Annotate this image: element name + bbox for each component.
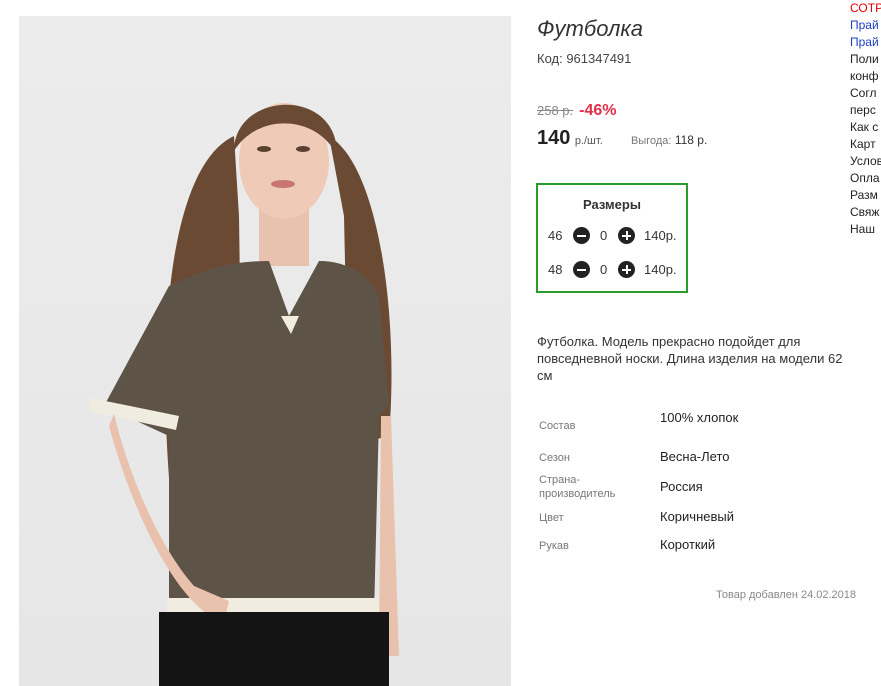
property-label: Страна-производитель (539, 474, 616, 500)
price-row: 140 р./шт. (537, 127, 603, 150)
side-link[interactable]: Опла (850, 170, 881, 187)
side-link[interactable]: Услов (850, 153, 881, 170)
minus-icon (577, 234, 586, 237)
property-value: Короткий (660, 537, 716, 552)
sizes-box: Размеры 46 0 140р. 48 0 140р. (536, 183, 688, 293)
current-price: 140 (537, 127, 571, 149)
size-price: 140р. (644, 228, 677, 243)
old-price: 258 р. (537, 103, 574, 118)
product-photo (19, 16, 511, 686)
side-link[interactable]: перс (850, 102, 881, 119)
side-link[interactable]: конф (850, 68, 881, 85)
decrease-quantity-button[interactable] (573, 227, 590, 244)
product-description: Футболка. Модель прекрасно подойдет для … (537, 334, 843, 383)
product-title: Футболка (537, 16, 643, 41)
side-link[interactable]: Поли (850, 51, 881, 68)
quantity-value: 0 (600, 262, 608, 277)
property-label: Состав (539, 420, 576, 432)
added-date: Товар добавлен 24.02.2018 (716, 589, 857, 601)
size-price: 140р. (644, 262, 677, 277)
property-value: Коричневый (660, 509, 734, 524)
side-link[interactable]: Согл (850, 85, 881, 102)
side-link[interactable]: Наш (850, 221, 881, 238)
product-code: Код: 961347491 (537, 51, 632, 66)
old-price-row: 258 р. -46% (537, 102, 617, 120)
property-label: Цвет (539, 512, 564, 524)
side-link[interactable]: Свяж (850, 204, 881, 221)
property-label: Сезон (539, 452, 570, 464)
side-link[interactable]: Прай (850, 34, 881, 51)
property-value: 100% хлопок (660, 410, 739, 425)
side-link[interactable]: СОТР (850, 0, 881, 17)
decrease-quantity-button[interactable] (573, 261, 590, 278)
quantity-value: 0 (600, 228, 608, 243)
side-links: СОТР Прай Прай Поли конф Согл перс Как с… (850, 0, 881, 238)
benefit-label: Выгода: (631, 135, 672, 147)
side-link[interactable]: Карт (850, 136, 881, 153)
property-value: Весна-Лето (660, 449, 730, 464)
minus-icon (577, 268, 586, 271)
price-unit: р./шт. (574, 135, 603, 147)
increase-quantity-button[interactable] (618, 261, 635, 278)
benefit-value: 118 р. (674, 133, 708, 147)
property-label: Рукав (539, 540, 569, 552)
property-value: Россия (660, 479, 703, 494)
increase-quantity-button[interactable] (618, 227, 635, 244)
side-link[interactable]: Разм (850, 187, 881, 204)
discount-badge: -46% (579, 102, 617, 119)
side-link[interactable]: Прай (850, 17, 881, 34)
side-link[interactable]: Как с (850, 119, 881, 136)
size-number: 46 (548, 228, 563, 243)
size-number: 48 (548, 262, 563, 277)
benefit: Выгода: 118 р. (631, 133, 707, 147)
sizes-title: Размеры (583, 197, 641, 212)
